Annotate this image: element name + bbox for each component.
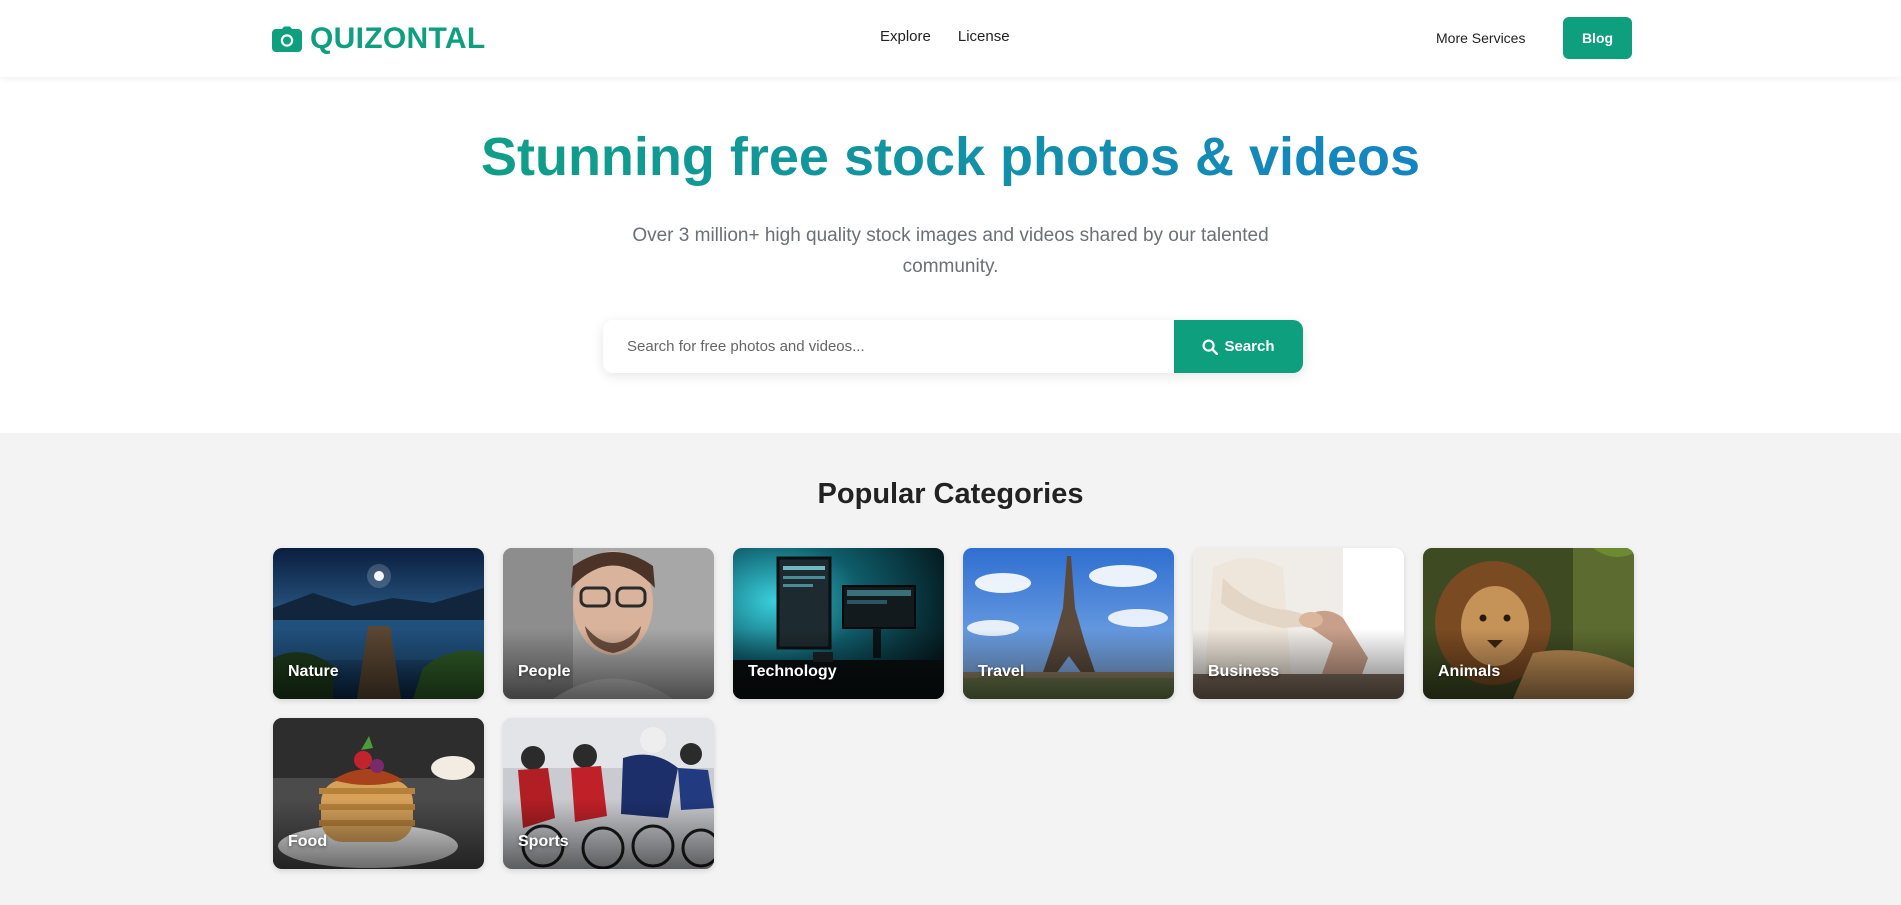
category-card-animals[interactable]: Animals <box>1423 548 1634 699</box>
category-label: Business <box>1208 663 1280 680</box>
brand-logo-link[interactable]: QUIZONTAL <box>272 22 485 56</box>
category-card-food[interactable]: Food <box>273 718 484 869</box>
camera-icon <box>272 26 302 52</box>
more-services-link[interactable]: More Services <box>1436 30 1525 46</box>
category-card-travel[interactable]: Travel <box>963 548 1174 699</box>
category-label: Technology <box>748 663 837 680</box>
category-label: Food <box>288 833 328 850</box>
search-icon <box>1202 338 1219 355</box>
brand-name: QUIZONTAL <box>310 22 486 55</box>
category-label: Animals <box>1438 663 1501 680</box>
category-card-people[interactable]: People <box>503 548 714 699</box>
category-label: Nature <box>288 663 339 680</box>
category-card-sports[interactable]: Sports <box>503 718 714 869</box>
top-navbar: QUIZONTAL Explore License More Services … <box>0 0 1901 77</box>
nav-link-license[interactable]: License <box>958 28 1010 45</box>
nav-link-explore[interactable]: Explore <box>880 28 931 45</box>
popular-categories-title: Popular Categories <box>817 478 1084 510</box>
category-label: People <box>518 663 571 680</box>
category-card-nature[interactable]: Nature <box>273 548 484 699</box>
category-card-technology[interactable]: Technology <box>733 548 944 699</box>
main-nav: Explore License <box>880 28 1010 45</box>
search-input[interactable] <box>603 320 1174 373</box>
search-button-label: Search <box>1224 338 1275 355</box>
search-button[interactable]: Search <box>1174 320 1303 373</box>
search-bar: Search <box>603 320 1303 373</box>
hero-section: Stunning free stock photos & videos Over… <box>0 77 1901 433</box>
hero-title: Stunning free stock photos & videos <box>480 127 1421 187</box>
category-label: Travel <box>978 663 1025 680</box>
category-label: Sports <box>518 833 569 850</box>
hero-subtitle: Over 3 million+ high quality stock image… <box>632 225 1269 277</box>
blog-button[interactable]: Blog <box>1563 17 1632 59</box>
category-card-business[interactable]: Business <box>1193 548 1404 699</box>
